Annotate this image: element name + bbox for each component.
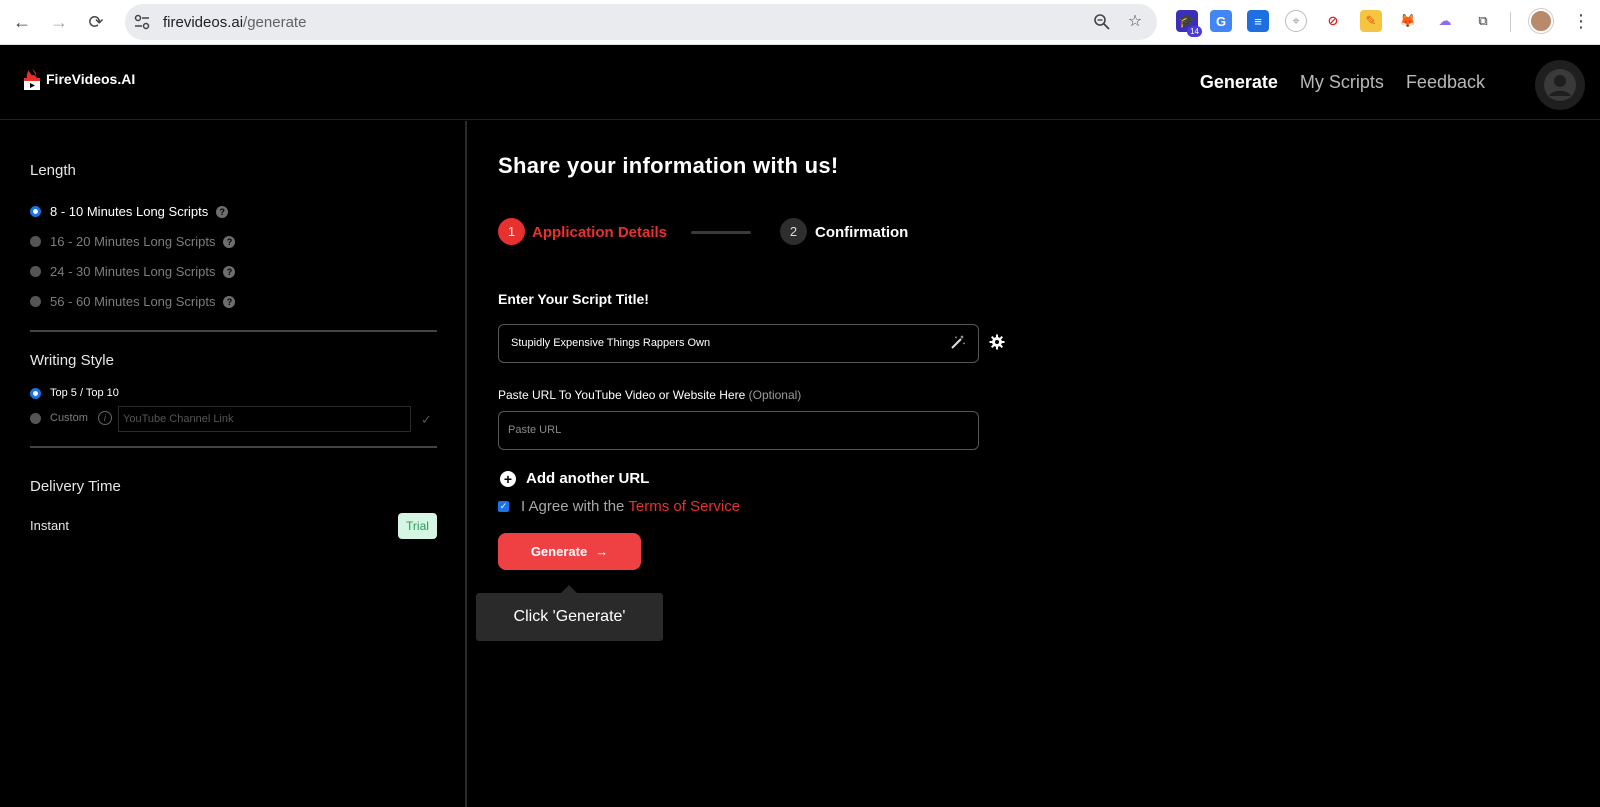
tooltip-arrow — [561, 585, 577, 593]
script-title-label: Enter Your Script Title! — [498, 291, 649, 307]
block-extension-icon[interactable]: ⊘ — [1322, 10, 1344, 32]
length-option[interactable]: 8 - 10 Minutes Long Scripts ? — [30, 204, 229, 219]
length-option[interactable]: 56 - 60 Minutes Long Scripts ? — [30, 294, 236, 309]
nav-generate[interactable]: Generate — [1200, 72, 1278, 93]
delivery-time-title: Delivery Time — [30, 478, 121, 495]
back-icon[interactable]: ← — [9, 9, 35, 35]
length-title: Length — [30, 162, 76, 179]
writing-style-title: Writing Style — [30, 352, 114, 369]
fire-clapper-logo-icon — [24, 68, 40, 90]
address-bar[interactable]: firevideos.ai/generate ☆ — [125, 4, 1157, 40]
agree-text: I Agree with the — [521, 498, 625, 515]
help-icon[interactable]: ? — [216, 205, 229, 218]
url-label-text: Paste URL To YouTube Video or Website He… — [498, 388, 746, 402]
feather-extension-icon[interactable]: ☁ — [1434, 10, 1456, 32]
user-icon — [1544, 69, 1576, 101]
browser-profile-avatar[interactable] — [1529, 9, 1553, 33]
check-icon[interactable]: ✓ — [421, 412, 432, 428]
site-settings-icon[interactable] — [133, 13, 151, 31]
length-option-label: 24 - 30 Minutes Long Scripts — [50, 264, 216, 279]
length-option-label: 16 - 20 Minutes Long Scripts — [50, 234, 216, 249]
logo-text: FireVideos.AI — [46, 71, 136, 87]
extensions-puzzle-icon[interactable]: ⧉ — [1472, 10, 1494, 32]
divider — [30, 330, 437, 332]
forward-icon[interactable]: → — [46, 9, 72, 35]
options-sidebar — [0, 121, 467, 807]
radio-unselected[interactable] — [30, 266, 41, 277]
docs-extension-icon[interactable]: ≡ — [1247, 10, 1269, 32]
compass-extension-icon[interactable]: ⌖ — [1285, 10, 1307, 32]
trial-badge: Trial — [398, 513, 437, 539]
length-option[interactable]: 24 - 30 Minutes Long Scripts ? — [30, 264, 236, 279]
radio-unselected[interactable] — [30, 412, 41, 424]
youtube-channel-input[interactable]: YouTube Channel Link — [118, 406, 411, 432]
style-option-custom[interactable]: Custom i — [30, 411, 112, 425]
step-2-label: Confirmation — [815, 224, 909, 241]
length-option[interactable]: 16 - 20 Minutes Long Scripts ? — [30, 234, 236, 249]
help-icon[interactable]: ? — [223, 235, 236, 248]
terms-of-service-link[interactable]: Terms of Service — [628, 498, 740, 515]
nav-my-scripts[interactable]: My Scripts — [1300, 72, 1384, 93]
fox-wallet-extension-icon[interactable]: 🦊 — [1397, 10, 1419, 32]
add-url-button[interactable]: + Add another URL — [500, 470, 649, 487]
agree-row: ✓ I Agree with the Terms of Service — [498, 498, 740, 515]
gear-icon[interactable] — [989, 334, 1005, 350]
user-avatar[interactable] — [1535, 60, 1585, 110]
length-option-label: 56 - 60 Minutes Long Scripts — [50, 294, 216, 309]
toolbar-separator — [1510, 12, 1511, 32]
help-icon[interactable]: ? — [223, 295, 236, 308]
top-nav: Generate My Scripts Feedback — [1200, 72, 1485, 93]
divider — [30, 446, 437, 448]
step-1-number: 1 — [498, 218, 525, 245]
add-url-label: Add another URL — [526, 470, 650, 487]
bookmark-star-icon[interactable]: ☆ — [1126, 13, 1144, 31]
paste-url-input[interactable]: Paste URL — [498, 411, 979, 450]
radio-selected[interactable] — [30, 387, 41, 399]
reload-icon[interactable]: ⟳ — [83, 9, 109, 35]
tooltip: Click 'Generate' — [476, 593, 663, 641]
script-title-input[interactable]: Stupidly Expensive Things Rappers Own — [498, 324, 979, 363]
help-icon[interactable]: ? — [223, 265, 236, 278]
radio-unselected[interactable] — [30, 236, 41, 247]
nav-feedback[interactable]: Feedback — [1406, 72, 1485, 93]
radio-unselected[interactable] — [30, 296, 41, 307]
step-2-number: 2 — [780, 218, 807, 245]
step-1-label: Application Details — [532, 224, 668, 241]
url-label-optional: (Optional) — [748, 388, 802, 402]
generate-label: Generate — [530, 544, 588, 559]
extension-graduation-icon[interactable]: 🎓 14 — [1176, 10, 1202, 37]
style-option-top5[interactable]: Top 5 / Top 10 — [30, 387, 119, 399]
style-option-label: Top 5 / Top 10 — [50, 387, 119, 399]
url-label: Paste URL To YouTube Video or Website He… — [498, 388, 801, 402]
info-icon[interactable]: i — [97, 411, 112, 425]
plus-circle-icon: + — [500, 470, 516, 487]
page-title: Share your information with us! — [498, 153, 839, 178]
magic-wand-icon[interactable] — [950, 334, 966, 350]
translate-extension-icon[interactable]: G — [1210, 10, 1232, 32]
step-connector — [691, 231, 751, 234]
zoom-icon[interactable] — [1093, 13, 1111, 31]
arrow-right-icon: → — [595, 544, 609, 559]
logo[interactable]: FireVideos.AI — [22, 67, 135, 91]
delivery-value: Instant — [30, 518, 70, 533]
generate-button[interactable]: Generate → — [498, 533, 641, 570]
radio-selected[interactable] — [30, 206, 41, 217]
length-option-label: 8 - 10 Minutes Long Scripts — [50, 204, 209, 219]
app-header: FireVideos.AI Generate My Scripts Feedba… — [0, 45, 1600, 120]
browser-menu-icon[interactable]: ⋮ — [1572, 10, 1590, 32]
agree-checkbox[interactable]: ✓ — [498, 501, 509, 512]
url-text: firevideos.ai/generate — [163, 14, 307, 31]
browser-toolbar: ← → ⟳ firevideos.ai/generate ☆ 🎓 14 G ≡ ⌖… — [0, 0, 1600, 45]
style-option-label: Custom — [50, 412, 88, 424]
highlighter-extension-icon[interactable]: ✎ — [1360, 10, 1382, 32]
